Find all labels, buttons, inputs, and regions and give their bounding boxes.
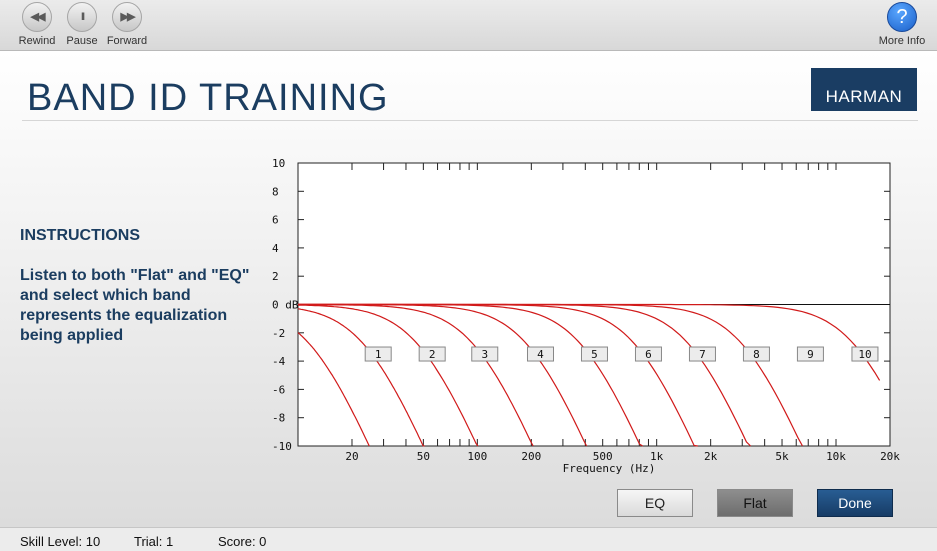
y-tick-label: -10 xyxy=(272,440,292,453)
rewind-button[interactable]: ◀◀ Rewind xyxy=(12,0,62,50)
main-panel: BAND ID TRAINING HARMAN INSTRUCTIONS Lis… xyxy=(0,51,937,527)
x-tick-label: 100 xyxy=(467,450,487,463)
flat-button[interactable]: Flat xyxy=(717,489,793,517)
x-tick-label: 10k xyxy=(826,450,846,463)
score: Score: 0 xyxy=(218,534,267,549)
band-label: 3 xyxy=(481,348,488,361)
y-tick-label: 6 xyxy=(272,214,279,227)
x-tick-label: 20k xyxy=(880,450,900,463)
band-label: 8 xyxy=(753,348,760,361)
y-tick-label: -4 xyxy=(272,355,286,368)
x-tick-label: 20 xyxy=(345,450,358,463)
y-tick-label: -8 xyxy=(272,412,285,425)
band-label: 10 xyxy=(858,348,871,361)
band-label: 4 xyxy=(537,348,544,361)
pause-icon: II xyxy=(67,2,97,32)
eq-button[interactable]: EQ xyxy=(617,489,693,517)
x-tick-label: 2k xyxy=(704,450,718,463)
band-label: 6 xyxy=(645,348,652,361)
more-info-button[interactable]: ? More Info xyxy=(877,0,927,50)
y-tick-label: 0 dB xyxy=(272,299,299,312)
done-button[interactable]: Done xyxy=(817,489,893,517)
page-title: BAND ID TRAINING xyxy=(27,77,389,119)
title-divider xyxy=(22,120,918,121)
frequency-response-chart: 1086420 dB-2-4-6-8-1020 50 100 200 500 1k 2k 5k… xyxy=(272,157,900,475)
band-label: 5 xyxy=(591,348,598,361)
instructions-heading: INSTRUCTIONS xyxy=(20,227,140,244)
pause-button[interactable]: II Pause xyxy=(57,0,107,50)
band-label: 1 xyxy=(375,348,382,361)
skill-level: Skill Level: 10 xyxy=(20,534,101,549)
forward-icon: ▶▶ xyxy=(112,2,142,32)
y-tick-label: 10 xyxy=(272,157,285,170)
rewind-icon: ◀◀ xyxy=(22,2,52,32)
y-tick-label: -2 xyxy=(272,327,285,340)
toolbar: ◀◀ Rewind II Pause ▶▶ Forward ? More Inf… xyxy=(0,0,937,51)
x-tick-label: 50 xyxy=(417,450,430,463)
y-tick-label: 8 xyxy=(272,185,279,198)
y-tick-label: 4 xyxy=(272,242,279,255)
pause-label: Pause xyxy=(66,35,98,47)
forward-label: Forward xyxy=(106,35,148,47)
x-axis-label: Frequency (Hz) xyxy=(563,462,656,475)
harman-logo: HARMAN xyxy=(811,68,917,111)
instructions-text: Listen to both "Flat" and "EQ" and selec… xyxy=(20,267,250,344)
x-tick-label: 200 xyxy=(521,450,541,463)
band-label: 9 xyxy=(807,348,814,361)
x-tick-label: 5k xyxy=(775,450,789,463)
rewind-label: Rewind xyxy=(18,35,56,47)
status-bar: Skill Level: 10 Trial: 1 Score: 0 xyxy=(0,527,937,551)
band-label: 2 xyxy=(429,348,436,361)
more-info-label: More Info xyxy=(878,35,926,47)
y-tick-label: -6 xyxy=(272,383,285,396)
forward-button[interactable]: ▶▶ Forward xyxy=(102,0,152,50)
help-icon: ? xyxy=(887,2,917,32)
band-label: 7 xyxy=(699,348,706,361)
trial-counter: Trial: 1 xyxy=(134,534,174,549)
y-tick-label: 2 xyxy=(272,270,279,283)
